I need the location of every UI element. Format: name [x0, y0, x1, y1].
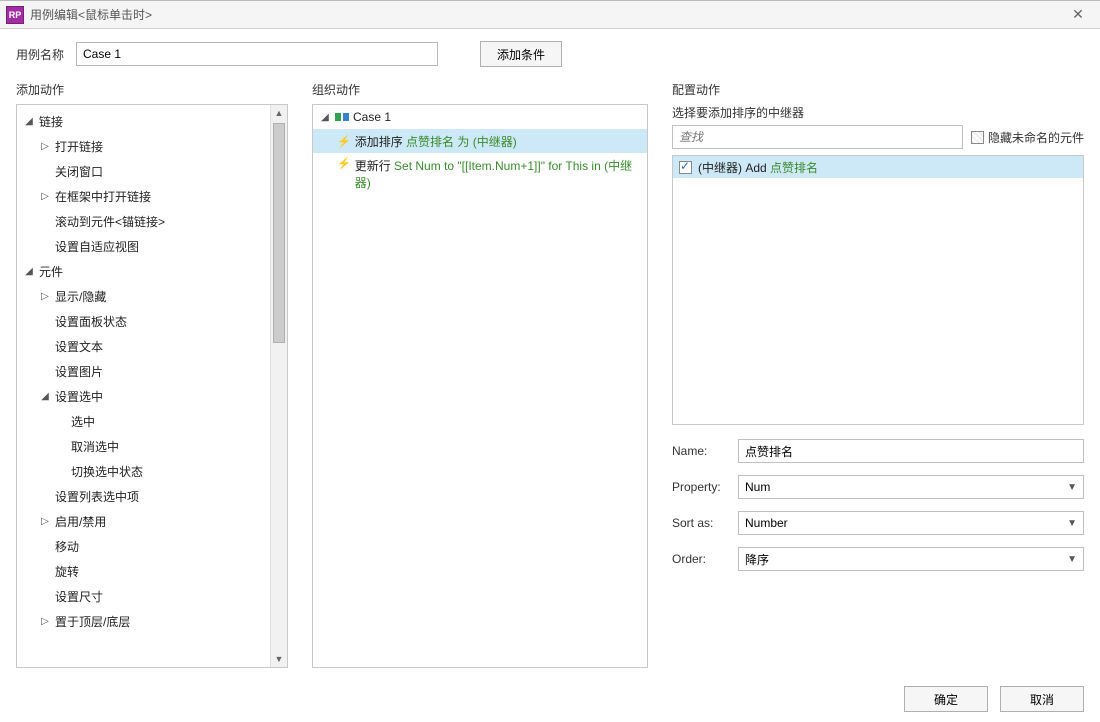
tree-unselect[interactable]: 取消选中 — [17, 434, 287, 459]
tree-close-window[interactable]: 关闭窗口 — [17, 159, 287, 184]
scroll-down-icon[interactable]: ▼ — [271, 651, 287, 667]
tree-widgets[interactable]: ◢元件 — [17, 259, 287, 284]
scrollbar-thumb[interactable] — [273, 123, 285, 343]
property-label: Property: — [672, 480, 738, 494]
tree-enable-disable[interactable]: ▷启用/禁用 — [17, 509, 287, 534]
case-editor-dialog: RP 用例编辑<鼠标单击时> ✕ 用例名称 添加条件 添加动作 ◢链接 ▷打开链… — [0, 0, 1100, 722]
tree-open-in-frame[interactable]: ▷在框架中打开链接 — [17, 184, 287, 209]
hide-unnamed-checkbox[interactable]: 隐藏未命名的元件 — [971, 129, 1084, 146]
property-select[interactable]: Num▼ — [738, 475, 1084, 499]
tree-bring-front-back[interactable]: ▷置于顶层/底层 — [17, 609, 287, 634]
repeater-list: (中继器) Add 点赞排名 — [672, 155, 1084, 425]
chevron-down-icon: ◢ — [319, 112, 331, 123]
order-label: Order: — [672, 552, 738, 566]
tree-set-size[interactable]: 设置尺寸 — [17, 584, 287, 609]
tree-set-adaptive[interactable]: 设置自适应视图 — [17, 234, 287, 259]
titlebar: RP 用例编辑<鼠标单击时> ✕ — [0, 1, 1100, 29]
tree-set-image[interactable]: 设置图片 — [17, 359, 287, 384]
tree-set-list-selected[interactable]: 设置列表选中项 — [17, 484, 287, 509]
chevron-down-icon: ▼ — [1067, 518, 1077, 529]
cancel-button[interactable]: 取消 — [1000, 686, 1084, 712]
configure-action-header: 配置动作 — [672, 75, 1084, 104]
chevron-right-icon: ▷ — [39, 516, 51, 527]
add-action-header: 添加动作 — [16, 75, 288, 104]
chevron-right-icon: ▷ — [39, 291, 51, 302]
chevron-right-icon: ▷ — [39, 141, 51, 152]
organize-panel: ◢ Case 1 ⚡ 添加排序 点赞排名 为 (中继器) ⚡ 更新行 Set N… — [312, 104, 648, 668]
window-title: 用例编辑<鼠标单击时> — [30, 6, 1062, 23]
checkbox-checked-icon[interactable] — [679, 161, 692, 174]
action-update-row[interactable]: ⚡ 更新行 Set Num to "[[Item.Num+1]]" for Th… — [313, 153, 647, 191]
tree-open-link[interactable]: ▷打开链接 — [17, 134, 287, 159]
name-label: Name: — [672, 444, 738, 458]
case-row[interactable]: ◢ Case 1 — [313, 105, 647, 129]
checkbox-icon — [971, 131, 984, 144]
tree-set-selected[interactable]: ◢设置选中 — [17, 384, 287, 409]
case-name-row: 用例名称 添加条件 — [0, 29, 1100, 75]
tree-show-hide[interactable]: ▷显示/隐藏 — [17, 284, 287, 309]
tree-links[interactable]: ◢链接 — [17, 109, 287, 134]
chevron-down-icon: ◢ — [23, 116, 35, 127]
tree-panel-state[interactable]: 设置面板状态 — [17, 309, 287, 334]
tree-move[interactable]: 移动 — [17, 534, 287, 559]
scrollbar[interactable]: ▲ ▼ — [270, 105, 287, 667]
chevron-down-icon: ◢ — [23, 266, 35, 277]
sort-config-form: Name: Property: Num▼ Sort as: Number▼ Or… — [672, 425, 1084, 583]
chevron-down-icon: ▼ — [1067, 482, 1077, 493]
tree-select[interactable]: 选中 — [17, 409, 287, 434]
scroll-up-icon[interactable]: ▲ — [271, 105, 287, 121]
add-condition-button[interactable]: 添加条件 — [480, 41, 562, 67]
tree-set-text[interactable]: 设置文本 — [17, 334, 287, 359]
app-icon: RP — [6, 6, 24, 24]
tree-toggle-selected[interactable]: 切换选中状态 — [17, 459, 287, 484]
repeater-item[interactable]: (中继器) Add 点赞排名 — [673, 156, 1083, 178]
sortas-select[interactable]: Number▼ — [738, 511, 1084, 535]
chevron-right-icon: ▷ — [39, 616, 51, 627]
close-icon[interactable]: ✕ — [1062, 6, 1094, 23]
chevron-down-icon: ▼ — [1067, 554, 1077, 565]
action-add-sort[interactable]: ⚡ 添加排序 点赞排名 为 (中继器) — [313, 129, 647, 153]
sortas-label: Sort as: — [672, 516, 738, 530]
case-name-input[interactable] — [76, 42, 438, 66]
tree-rotate[interactable]: 旋转 — [17, 559, 287, 584]
tree-scroll-anchor[interactable]: 滚动到元件<锚链接> — [17, 209, 287, 234]
action-tree-panel: ◢链接 ▷打开链接 关闭窗口 ▷在框架中打开链接 滚动到元件<锚链接> 设置自适… — [16, 104, 288, 668]
ok-button[interactable]: 确定 — [904, 686, 988, 712]
order-select[interactable]: 降序▼ — [738, 547, 1084, 571]
organize-action-header: 组织动作 — [312, 75, 648, 104]
chevron-right-icon: ▷ — [39, 191, 51, 202]
name-input[interactable] — [738, 439, 1084, 463]
search-input[interactable] — [672, 125, 963, 149]
case-name-label: 用例名称 — [16, 46, 64, 63]
dialog-footer: 确定 取消 — [0, 676, 1100, 722]
case-icon — [335, 111, 349, 123]
chevron-down-icon: ◢ — [39, 391, 51, 402]
bolt-icon: ⚡ — [337, 135, 351, 148]
choose-repeater-label: 选择要添加排序的中继器 — [672, 104, 1084, 121]
bolt-icon: ⚡ — [337, 157, 351, 170]
